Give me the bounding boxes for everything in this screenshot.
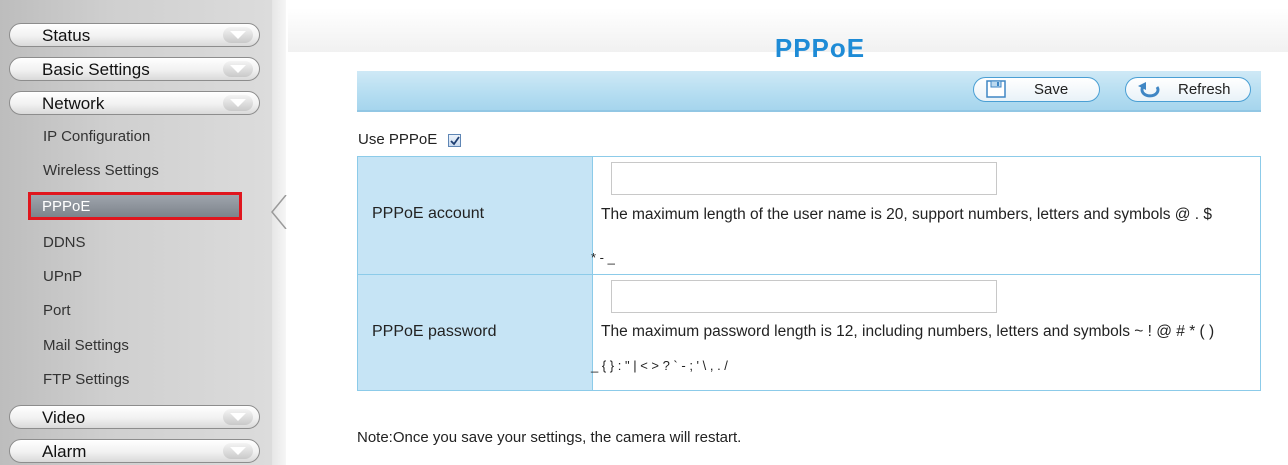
save-button-label: Save xyxy=(1034,81,1069,98)
sidebar-item-mail-settings[interactable]: Mail Settings xyxy=(43,337,129,355)
pppoe-account-label: PPPoE account xyxy=(372,205,485,222)
pppoe-password-label: PPPoE password xyxy=(372,323,497,340)
use-pppoe-checkbox[interactable] xyxy=(448,134,461,147)
account-hint-line2: * - _ xyxy=(591,250,615,265)
sidebar-item-ip-configuration[interactable]: IP Configuration xyxy=(43,128,150,146)
page-title: PPPoE xyxy=(774,33,866,63)
account-hint-line1: The maximum length of the user name is 2… xyxy=(601,206,1213,223)
restart-note: Note:Once you save your settings, the ca… xyxy=(357,429,742,446)
pppoe-settings-table: PPPoE account The maximum length of the … xyxy=(357,156,1261,391)
menu-video[interactable]: Video xyxy=(9,405,260,429)
save-icon xyxy=(986,80,1006,103)
sidebar-item-pppoe-label: PPPoE xyxy=(42,198,91,215)
password-hint-line1: The maximum password length is 12, inclu… xyxy=(601,323,1215,340)
chevron-down-icon xyxy=(223,409,253,425)
sidebar-item-upnp[interactable]: UPnP xyxy=(43,268,82,286)
use-pppoe-label: Use PPPoE xyxy=(358,131,438,148)
menu-video-label: Video xyxy=(42,408,86,427)
sidebar-item-port[interactable]: Port xyxy=(43,302,71,320)
sidebar-item-ftp-settings[interactable]: FTP Settings xyxy=(43,371,129,389)
sidebar-item-wireless-settings[interactable]: Wireless Settings xyxy=(43,162,159,180)
chevron-down-icon xyxy=(223,443,253,459)
save-button[interactable]: Save xyxy=(973,77,1100,102)
menu-alarm-label: Alarm xyxy=(42,442,87,461)
account-label-cell: PPPoE account xyxy=(358,157,593,274)
menu-network[interactable]: Network xyxy=(9,91,260,115)
sidebar-item-pppoe[interactable]: PPPoE xyxy=(28,192,242,220)
sidebar: Status Basic Settings Network IP Configu… xyxy=(0,0,272,465)
password-hint-line2: _ { } : " | < > ? ` - ; ' \ , . / xyxy=(591,358,728,373)
pppoe-account-input[interactable] xyxy=(611,162,997,195)
chevron-down-icon xyxy=(223,95,253,111)
sidebar-divider xyxy=(272,0,286,465)
refresh-icon xyxy=(1138,80,1162,105)
menu-alarm[interactable]: Alarm xyxy=(9,439,260,463)
toolbar: Save Refresh xyxy=(357,71,1261,112)
refresh-button[interactable]: Refresh xyxy=(1125,77,1251,102)
menu-network-label: Network xyxy=(42,94,105,113)
password-label-cell: PPPoE password xyxy=(358,275,593,390)
sidebar-item-ddns[interactable]: DDNS xyxy=(43,234,86,252)
pppoe-password-input[interactable] xyxy=(611,280,997,313)
refresh-button-label: Refresh xyxy=(1178,81,1231,98)
